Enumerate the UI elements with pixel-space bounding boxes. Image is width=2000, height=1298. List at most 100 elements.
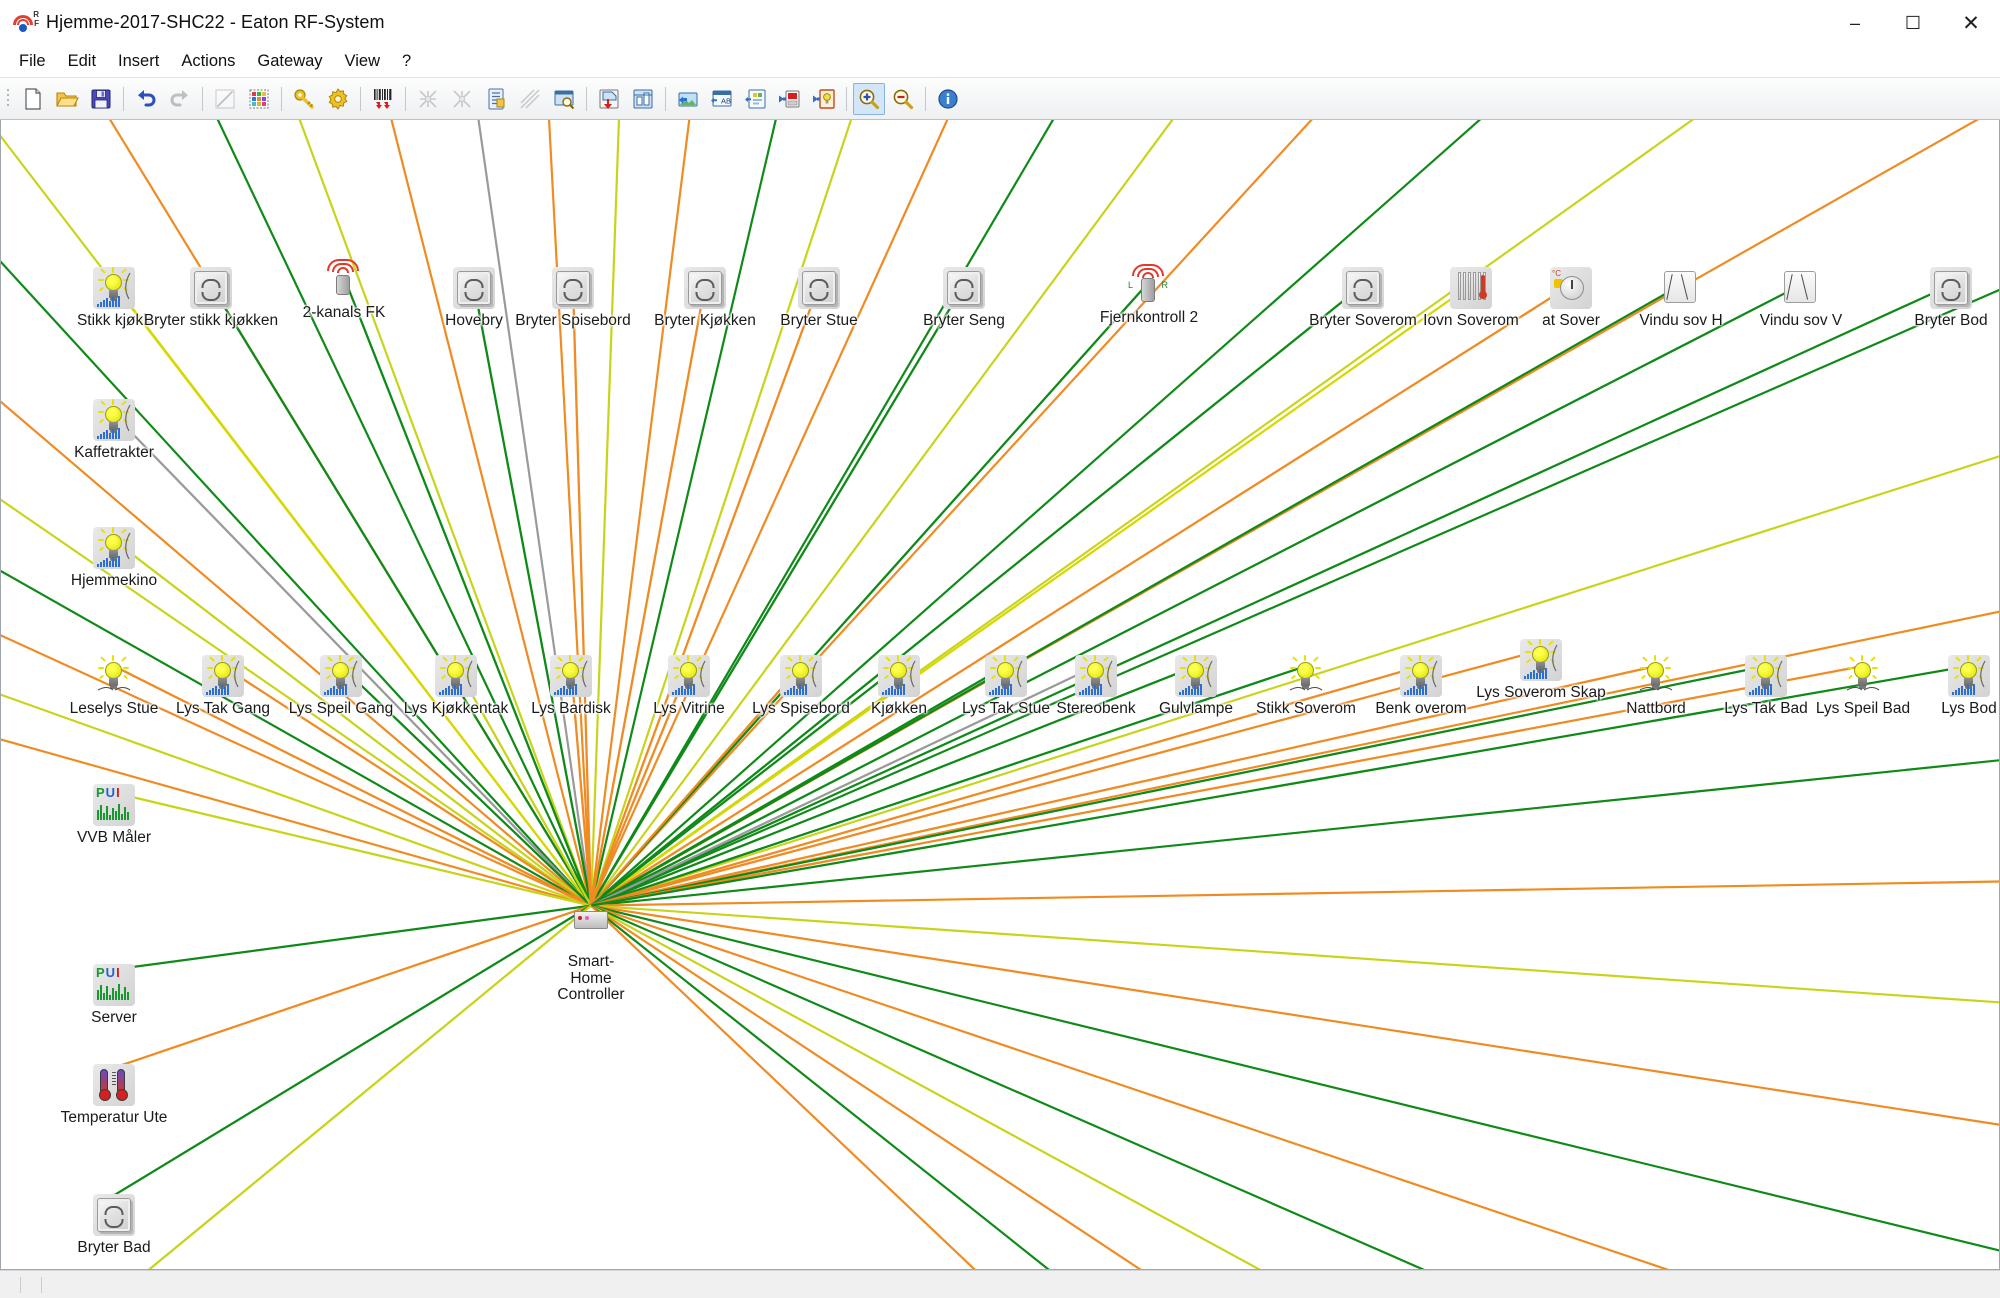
device-icon-box[interactable] <box>1174 654 1218 698</box>
device-icon-box[interactable] <box>667 654 711 698</box>
import-labels-button[interactable]: AB <box>706 83 738 115</box>
device-icon-box[interactable] <box>1519 638 1563 682</box>
device-icon-box[interactable]: LR <box>1127 263 1171 307</box>
menu-insert[interactable]: Insert <box>107 49 170 74</box>
project-list-button[interactable] <box>480 83 512 115</box>
device-properties-button[interactable] <box>808 83 840 115</box>
show-links-button[interactable] <box>446 83 478 115</box>
scan-network-button[interactable] <box>514 83 546 115</box>
device-icon-box[interactable] <box>452 266 496 310</box>
device-icon-box[interactable] <box>1779 266 1823 310</box>
bulb-dimmer-icon <box>93 399 135 441</box>
zoom-out-button[interactable] <box>887 83 919 115</box>
network-scan-icon <box>520 88 540 109</box>
maximize-button[interactable]: ☐ <box>1884 0 1942 46</box>
device-icon-box[interactable] <box>92 398 136 442</box>
topology-canvas[interactable]: Stikk kjøkk Bryter stikk kjøkken 2-kanals … <box>1 120 1999 1269</box>
bulb-dimmer-icon <box>1400 655 1442 697</box>
access-key-button[interactable] <box>288 83 320 115</box>
device-icon-box[interactable] <box>1399 654 1443 698</box>
device-icon-box[interactable]: °C <box>1549 266 1593 310</box>
device-icon-box[interactable] <box>92 266 136 310</box>
menu-view[interactable]: View <box>334 49 391 74</box>
device-label: Lys Vitrine <box>653 700 725 717</box>
menu-help[interactable]: ? <box>391 49 422 74</box>
device-label: Bryter Soverom <box>1309 312 1417 329</box>
document-list-icon <box>488 88 505 109</box>
device-label: Bryter Kjøkken <box>654 312 756 329</box>
device-icon-box[interactable] <box>1341 266 1385 310</box>
open-project-button[interactable] <box>51 83 83 115</box>
close-button[interactable]: ✕ <box>1942 0 2000 46</box>
menu-edit[interactable]: Edit <box>57 49 107 74</box>
menu-file[interactable]: File <box>8 49 57 74</box>
device-icon-box[interactable] <box>942 266 986 310</box>
hide-links-button[interactable] <box>412 83 444 115</box>
menu-actions[interactable]: Actions <box>170 49 246 74</box>
device-label: Lys Soverom Skap <box>1476 684 1606 701</box>
menu-gateway[interactable]: Gateway <box>246 49 333 74</box>
bulb-dimmer-icon <box>1075 655 1117 697</box>
window-search-icon <box>554 90 575 109</box>
device-icon-box[interactable] <box>1449 266 1493 310</box>
device-icon-box[interactable] <box>683 266 727 310</box>
topology-canvas-container[interactable]: Stikk kjøkk Bryter stikk kjøkken 2-kanals … <box>0 120 2000 1270</box>
download-to-device-icon <box>599 89 619 109</box>
device-icon-box[interactable] <box>551 266 595 310</box>
pui-meter-icon: PUI <box>93 964 135 1006</box>
device-icon-box[interactable] <box>1284 654 1328 698</box>
new-document-button[interactable] <box>17 83 49 115</box>
link-line <box>590 120 1979 907</box>
redo-button[interactable] <box>164 83 196 115</box>
device-icon-box[interactable] <box>779 654 823 698</box>
link-line <box>571 284 593 906</box>
device-icon-box[interactable] <box>1841 654 1885 698</box>
device-icon-box[interactable] <box>1659 266 1703 310</box>
radiator-valve-icon <box>1450 267 1492 309</box>
device-icon-box[interactable]: PUI <box>92 783 136 827</box>
info-button[interactable] <box>932 83 964 115</box>
draw-link-button[interactable] <box>209 83 241 115</box>
device-icon-box[interactable] <box>189 266 233 310</box>
import-scene-button[interactable] <box>740 83 772 115</box>
toolbar-grip[interactable] <box>4 86 13 112</box>
save-project-button[interactable] <box>85 83 117 115</box>
grid-table-icon <box>249 89 269 108</box>
device-icon-box[interactable] <box>92 1063 136 1107</box>
device-icon-box[interactable] <box>1074 654 1118 698</box>
device-icon-box[interactable] <box>984 654 1028 698</box>
window-contact-icon <box>1780 267 1822 309</box>
device-icon-box[interactable]: PUI <box>92 963 136 1007</box>
device-icon-box[interactable] <box>434 654 478 698</box>
save-to-device-button[interactable] <box>774 83 806 115</box>
zoom-in-button[interactable] <box>853 82 885 115</box>
find-device-button[interactable] <box>548 83 580 115</box>
floorplan-button[interactable] <box>627 83 659 115</box>
link-line <box>590 120 1313 907</box>
device-icon-box[interactable] <box>1947 654 1991 698</box>
device-icon-box[interactable] <box>319 654 363 698</box>
gear-icon <box>328 87 348 110</box>
import-background-button[interactable] <box>672 83 704 115</box>
device-icon-box[interactable] <box>797 266 841 310</box>
device-icon-box[interactable] <box>1634 654 1678 698</box>
device-icon-box[interactable] <box>92 526 136 570</box>
device-icon-box[interactable] <box>201 654 245 698</box>
device-icon-box[interactable] <box>92 654 136 698</box>
link-line <box>590 288 1999 907</box>
device-icon-box[interactable] <box>877 654 921 698</box>
device-grid-button[interactable] <box>243 83 275 115</box>
read-device-list-button[interactable] <box>367 83 399 115</box>
device-label: Stereobenk <box>1056 700 1136 717</box>
device-icon-box[interactable] <box>1929 266 1973 310</box>
configure-button[interactable] <box>322 83 354 115</box>
device-icon-box[interactable] <box>1744 654 1788 698</box>
device-icon-box[interactable] <box>569 898 613 942</box>
minimize-button[interactable]: – <box>1826 0 1884 46</box>
device-icon-box[interactable] <box>549 654 593 698</box>
undo-button[interactable] <box>130 83 162 115</box>
connection-line-icon <box>215 89 235 108</box>
device-icon-box[interactable] <box>92 1193 136 1237</box>
download-button[interactable] <box>593 83 625 115</box>
device-icon-box[interactable] <box>322 258 366 302</box>
